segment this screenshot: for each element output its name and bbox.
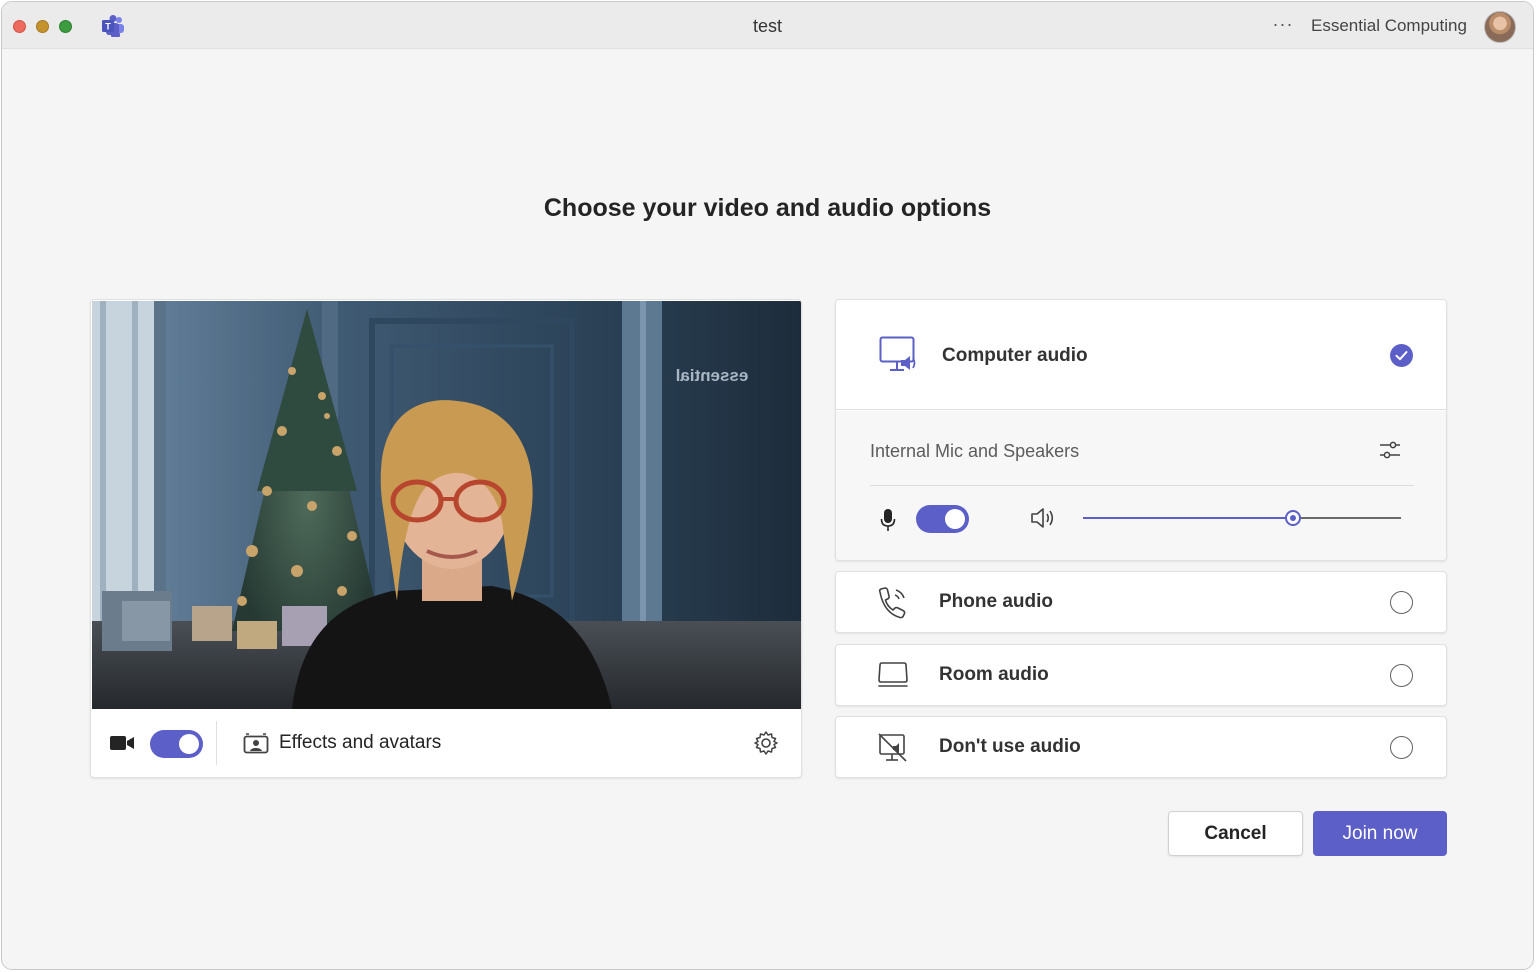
phone-audio-radio[interactable] (1390, 591, 1413, 614)
camera-icon (109, 733, 135, 758)
audio-device-selector[interactable]: Internal Mic and Speakers (870, 441, 1079, 462)
computer-audio-label: Computer audio (942, 345, 1088, 366)
computer-speaker-icon (879, 336, 919, 379)
phone-icon (876, 587, 910, 624)
room-audio-radio[interactable] (1390, 664, 1413, 687)
divider (216, 721, 217, 765)
phone-audio-option[interactable]: Phone audio (835, 571, 1447, 633)
gear-icon[interactable] (753, 730, 779, 761)
selected-check-icon (1390, 344, 1413, 367)
effects-and-avatars-button[interactable]: Effects and avatars (279, 732, 441, 754)
room-device-icon (876, 660, 910, 695)
title-bar: T test ··· Essential Computing (2, 2, 1533, 49)
audio-device-panel: Internal Mic and Speakers (836, 411, 1446, 560)
no-audio-option[interactable]: Don't use audio (835, 716, 1447, 778)
device-settings-icon[interactable] (1379, 439, 1401, 466)
phone-audio-label: Phone audio (939, 591, 1053, 612)
microphone-toggle[interactable] (916, 505, 969, 533)
window-title: test (752, 16, 782, 36)
speaker-icon (1030, 506, 1056, 535)
cancel-button[interactable]: Cancel (1168, 811, 1303, 856)
video-preview-card: essential Effects and avatars (90, 299, 802, 778)
no-audio-radio[interactable] (1390, 736, 1413, 759)
camera-preview: essential (92, 301, 801, 709)
computer-audio-option[interactable]: Computer audio (836, 300, 1446, 410)
computer-audio-card: Computer audio Internal Mic and Speakers (835, 299, 1447, 561)
app-window: T test ··· Essential Computing Choose yo… (1, 1, 1534, 970)
user-avatar[interactable] (1484, 11, 1516, 43)
divider (870, 485, 1414, 486)
microphone-icon (880, 508, 896, 537)
organization-name[interactable]: Essential Computing (1311, 16, 1467, 36)
effects-icon (243, 733, 269, 760)
join-now-button[interactable]: Join now (1313, 811, 1447, 856)
page-title: Choose your video and audio options (543, 194, 992, 222)
camera-toggle[interactable] (150, 730, 203, 758)
volume-slider-thumb[interactable] (1284, 510, 1301, 526)
no-audio-label: Don't use audio (939, 736, 1081, 757)
video-controls-bar: Effects and avatars (91, 709, 801, 777)
room-audio-option[interactable]: Room audio (835, 644, 1447, 706)
more-options-button[interactable]: ··· (1270, 14, 1296, 38)
svg-text:essential: essential (676, 366, 749, 385)
room-audio-label: Room audio (939, 664, 1049, 685)
no-audio-icon (876, 732, 910, 769)
speaker-volume-slider[interactable] (1083, 510, 1401, 526)
